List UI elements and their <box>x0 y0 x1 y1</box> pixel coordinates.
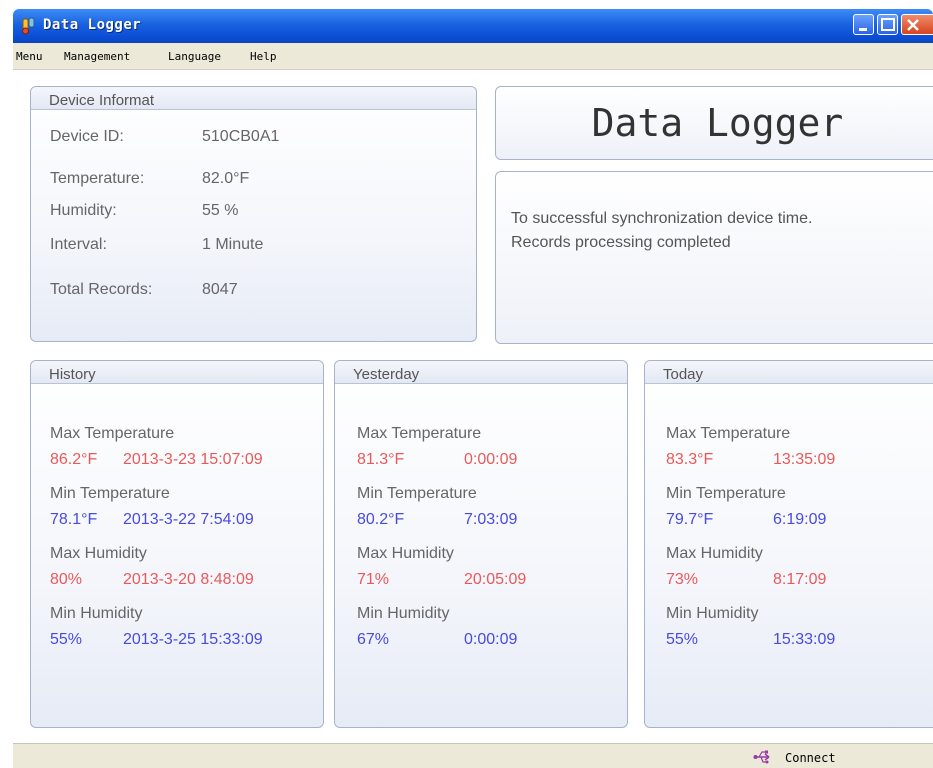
max-temperature-value: 83.3°F <box>666 451 714 468</box>
panel-header: Device Informat <box>31 87 476 110</box>
min-temperature-time: 6:19:09 <box>773 511 827 528</box>
min-humidity-time: 15:33:09 <box>773 631 836 648</box>
max-temperature-time: 13:35:09 <box>773 451 836 468</box>
yesterday-title: Yesterday <box>353 366 420 383</box>
menu-help[interactable]: Help <box>250 50 277 63</box>
min-humidity-time: 2013-3-25 15:33:09 <box>123 631 263 648</box>
main-content: Device Informat Device ID: 510CB0A1 Temp… <box>13 70 933 743</box>
humidity-value: 55 % <box>202 202 239 219</box>
menu-management[interactable]: Management <box>64 50 130 63</box>
minimize-button[interactable] <box>853 14 874 35</box>
max-humidity-time: 2013-3-20 8:48:09 <box>123 571 254 588</box>
max-humidity-label: Max Humidity <box>666 545 763 562</box>
max-temperature-label: Max Temperature <box>357 425 482 442</box>
min-temperature-time: 2013-3-22 7:54:09 <box>123 511 254 528</box>
max-humidity-value: 80% <box>50 571 83 588</box>
message-line: Records processing completed <box>511 234 731 251</box>
device-id-value: 510CB0A1 <box>202 128 280 145</box>
menu-bar: Menu Management Language Help <box>13 43 933 70</box>
history-title: History <box>49 366 96 383</box>
banner-title: Data Logger <box>591 101 844 145</box>
max-humidity-value: 73% <box>666 571 699 588</box>
device-id-label: Device ID: <box>50 128 124 145</box>
app-icon <box>22 17 35 35</box>
max-temperature-value: 81.3°F <box>357 451 405 468</box>
panel-header: Yesterday <box>335 361 627 384</box>
interval-value: 1 Minute <box>202 236 264 253</box>
app-window: Data Logger Menu Management Language Hel… <box>13 9 933 768</box>
max-temperature-label: Max Temperature <box>50 425 175 442</box>
menu-language[interactable]: Language <box>168 50 221 63</box>
total-records-label: Total Records: <box>50 281 153 298</box>
app-banner: Data Logger <box>495 86 933 160</box>
maximize-button[interactable] <box>877 14 898 35</box>
close-icon <box>907 19 919 31</box>
min-temperature-label: Min Temperature <box>666 485 786 502</box>
maximize-icon <box>881 18 895 31</box>
panel-header: Today <box>645 361 933 384</box>
max-humidity-time: 20:05:09 <box>464 571 527 588</box>
panel-header: History <box>31 361 323 384</box>
device-info-title: Device Informat <box>49 92 155 109</box>
close-button[interactable] <box>901 14 933 35</box>
max-humidity-time: 8:17:09 <box>773 571 827 588</box>
max-temperature-time: 2013-3-23 15:07:09 <box>123 451 263 468</box>
min-temperature-label: Min Temperature <box>50 485 170 502</box>
menu-menu[interactable]: Menu <box>16 50 43 63</box>
temperature-value: 82.0°F <box>202 170 250 187</box>
device-info-panel: Device Informat Device ID: 510CB0A1 Temp… <box>30 86 477 342</box>
min-humidity-value: 55% <box>666 631 699 648</box>
usb-icon <box>753 750 770 764</box>
min-humidity-value: 55% <box>50 631 83 648</box>
min-temperature-value: 79.7°F <box>666 511 714 528</box>
temperature-label: Temperature: <box>50 170 145 187</box>
humidity-label: Humidity: <box>50 202 117 219</box>
today-panel: Today Max Temperature 83.3°F 13:35:09 Mi… <box>644 360 933 728</box>
total-records-value: 8047 <box>202 281 238 298</box>
min-humidity-time: 0:00:09 <box>464 631 518 648</box>
min-temperature-value: 80.2°F <box>357 511 405 528</box>
status-bar: Connect <box>13 743 933 768</box>
title-bar[interactable]: Data Logger <box>13 9 933 43</box>
connection-status: Connect <box>785 751 836 765</box>
today-title: Today <box>663 366 704 383</box>
max-temperature-value: 86.2°F <box>50 451 98 468</box>
max-temperature-time: 0:00:09 <box>464 451 518 468</box>
message-panel: To successful synchronization device tim… <box>495 171 933 344</box>
min-temperature-value: 78.1°F <box>50 511 98 528</box>
message-line: To successful synchronization device tim… <box>511 210 813 227</box>
history-panel: History Max Temperature 86.2°F 2013-3-23… <box>30 360 324 728</box>
min-humidity-label: Min Humidity <box>50 605 143 622</box>
min-temperature-label: Min Temperature <box>357 485 477 502</box>
max-humidity-label: Max Humidity <box>357 545 454 562</box>
min-temperature-time: 7:03:09 <box>464 511 518 528</box>
min-humidity-label: Min Humidity <box>666 605 759 622</box>
window-title: Data Logger <box>43 17 142 33</box>
min-humidity-value: 67% <box>357 631 390 648</box>
max-humidity-label: Max Humidity <box>50 545 147 562</box>
min-humidity-label: Min Humidity <box>357 605 450 622</box>
yesterday-panel: Yesterday Max Temperature 81.3°F 0:00:09… <box>334 360 628 728</box>
max-humidity-value: 71% <box>357 571 390 588</box>
max-temperature-label: Max Temperature <box>666 425 791 442</box>
minimize-icon <box>859 28 867 31</box>
interval-label: Interval: <box>50 236 107 253</box>
